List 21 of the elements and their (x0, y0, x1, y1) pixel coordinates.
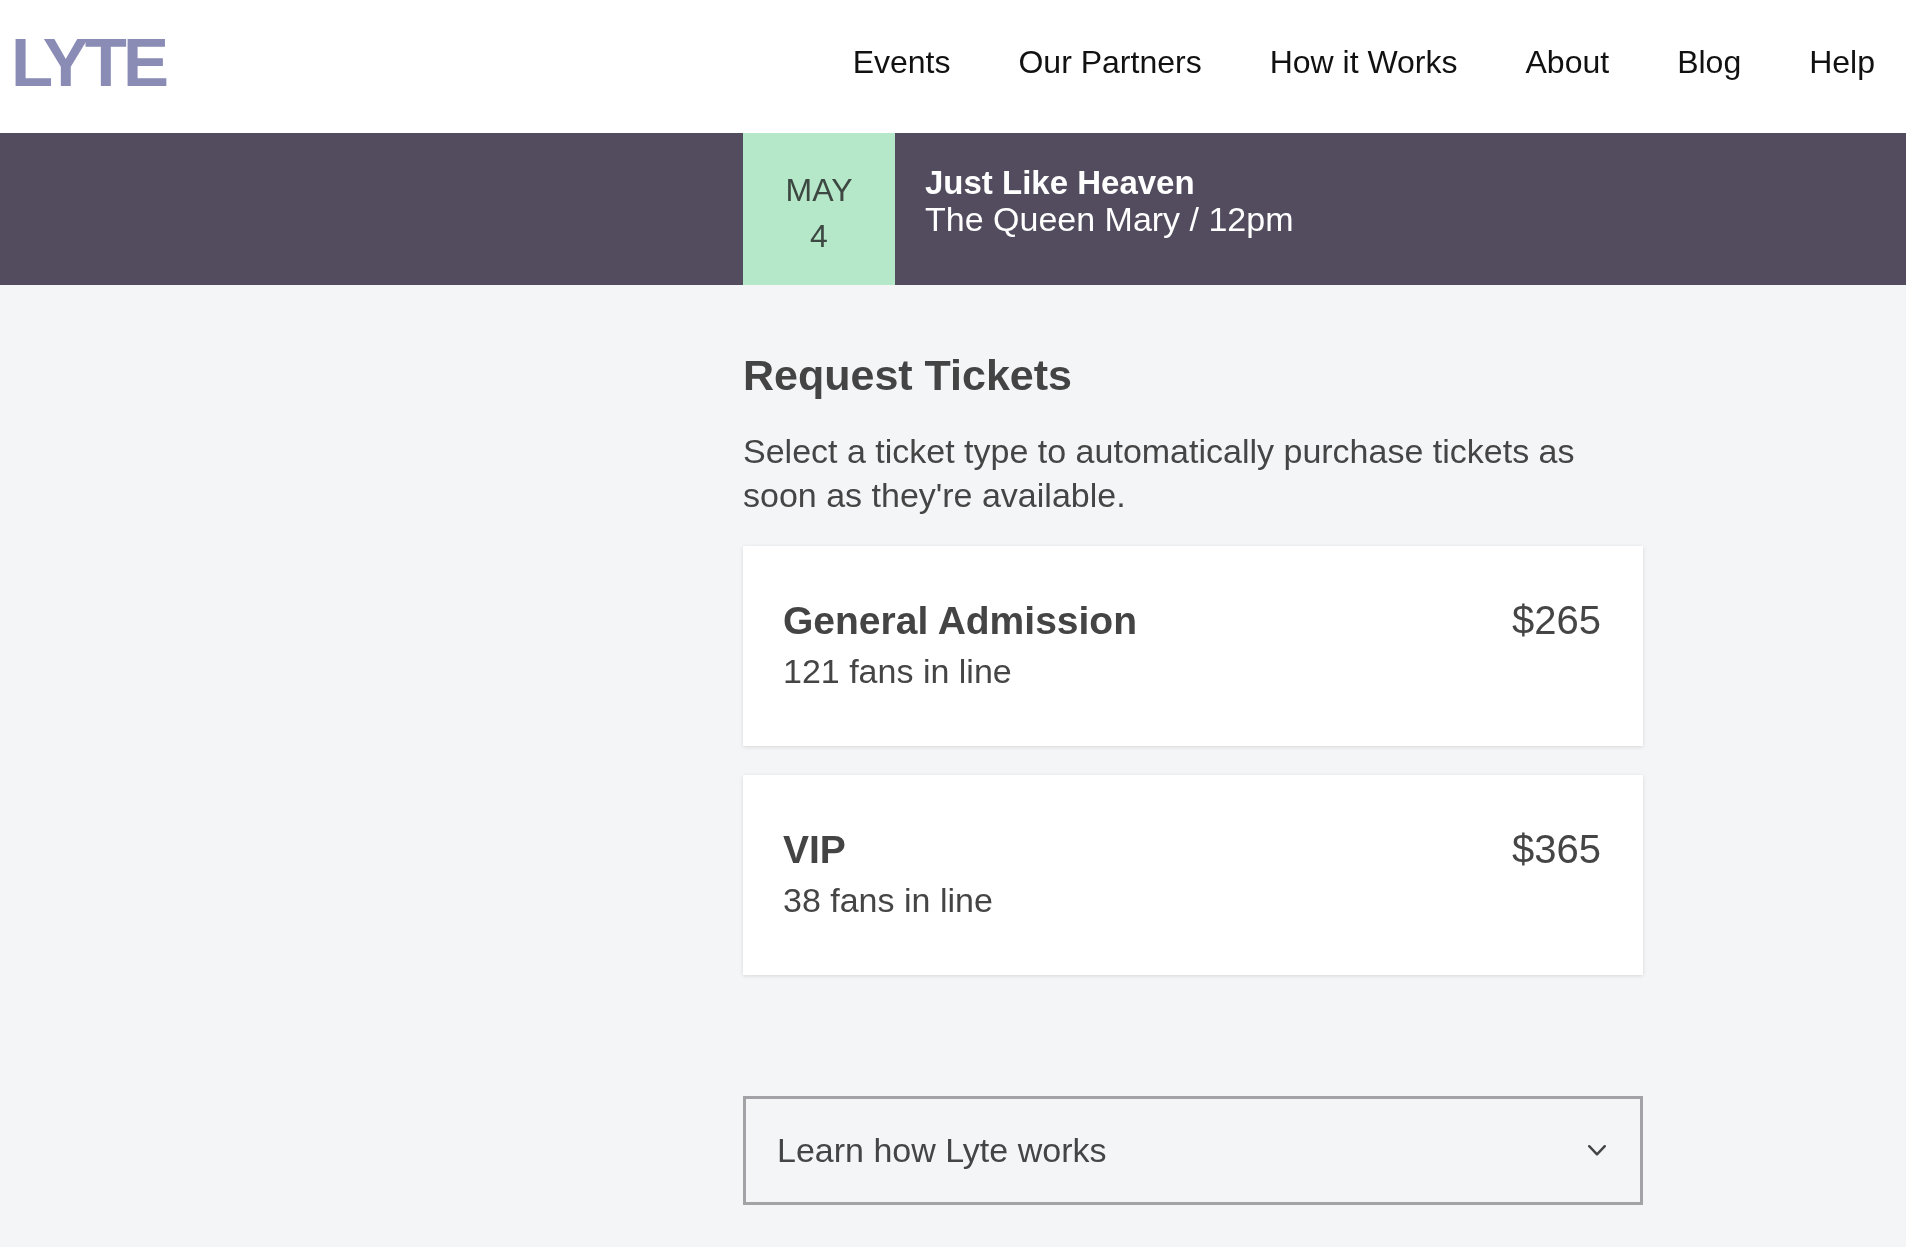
event-details: The Queen Mary / 12pm (925, 201, 1294, 238)
ticket-price: $265 (1512, 598, 1601, 643)
nav-link[interactable]: About (1525, 44, 1610, 81)
section-heading: Request Tickets (743, 350, 1073, 400)
ticket-name: VIP (783, 827, 847, 872)
event-day: 4 (810, 213, 828, 259)
ticket-queue-count: 121 fans in line (783, 651, 1013, 691)
ticket-price: $365 (1512, 827, 1601, 872)
nav-link[interactable]: How it Works (1269, 44, 1458, 81)
ticket-card[interactable]: VIP 38 fans in line $365 (743, 775, 1643, 975)
section-description: Select a ticket type to automatically purchase tickets as soon as they're available. (743, 431, 1576, 516)
event-month: MAY (785, 171, 853, 210)
nav-link[interactable]: Help (1809, 44, 1875, 81)
accordion-toggle[interactable]: Learn how Lyte works (743, 1096, 1643, 1205)
nav-link[interactable]: Events (852, 44, 951, 81)
nav-link[interactable]: Our Partners (1018, 44, 1202, 81)
event-title: Just Like Heaven (925, 165, 1196, 201)
nav-link[interactable]: Blog (1677, 44, 1742, 81)
ticket-card[interactable]: General Admission 121 fans in line $265 (743, 546, 1643, 746)
ticket-queue-count: 38 fans in line (783, 880, 993, 920)
ticket-name: General Admission (783, 598, 1137, 643)
